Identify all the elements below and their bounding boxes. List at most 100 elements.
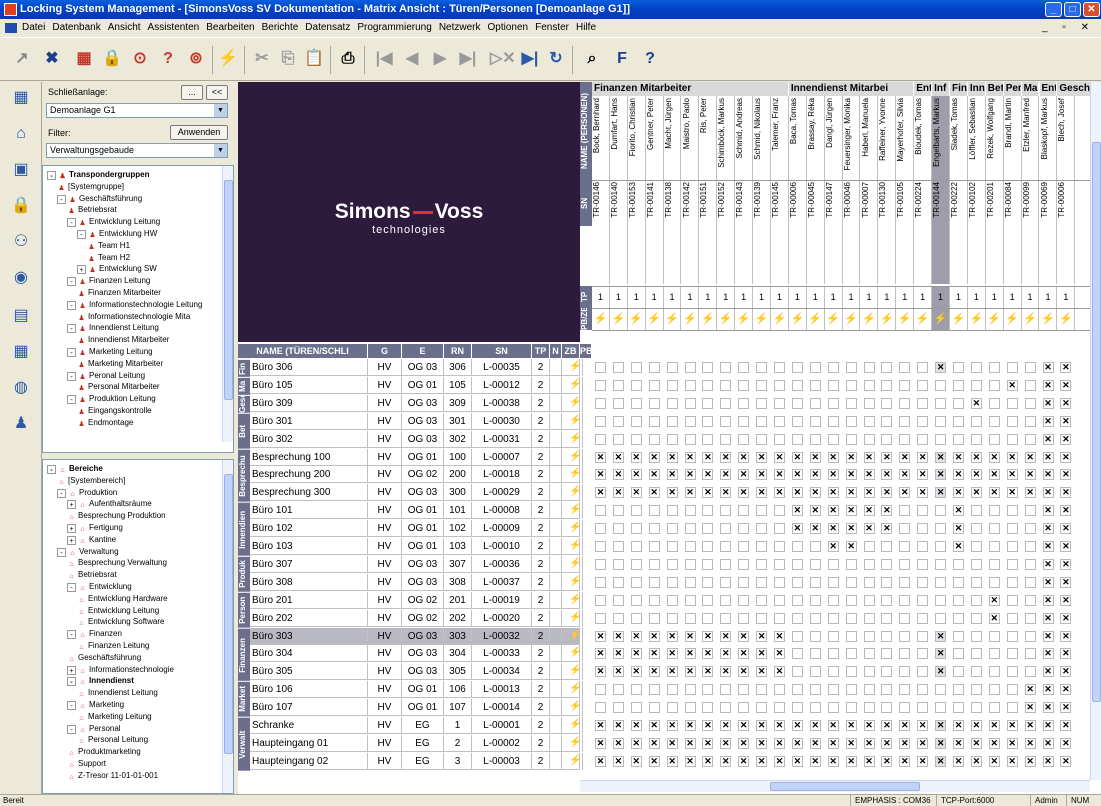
permission-checkbox[interactable] xyxy=(612,684,624,696)
permission-checkbox[interactable] xyxy=(1024,397,1036,409)
permission-checkbox[interactable] xyxy=(988,415,1000,427)
expander-icon[interactable]: - xyxy=(67,724,76,734)
permission-checkbox[interactable]: ✕ xyxy=(935,362,947,373)
permission-checkbox[interactable] xyxy=(595,702,606,714)
permission-checkbox[interactable]: ✕ xyxy=(630,487,642,499)
tree-node[interactable]: - ⌂ Produktion xyxy=(57,487,117,498)
tree-node[interactable]: ♟ Marketing Mitarbeiter xyxy=(77,358,163,369)
tree-node[interactable]: ♟ Team H1 xyxy=(87,240,130,251)
permission-checkbox[interactable]: ✕ xyxy=(881,469,893,481)
permission-checkbox[interactable] xyxy=(720,362,732,373)
person-column-header[interactable]: Blaskopf, Markus xyxy=(1040,96,1058,180)
permission-checkbox[interactable] xyxy=(702,576,714,588)
permission-checkbox[interactable] xyxy=(809,612,821,624)
permission-checkbox[interactable] xyxy=(809,433,821,445)
permission-checkbox[interactable] xyxy=(935,379,947,391)
permission-checkbox[interactable]: ✕ xyxy=(1060,702,1072,714)
permission-checkbox[interactable] xyxy=(612,505,624,517)
permission-checkbox[interactable]: ✕ xyxy=(612,451,624,463)
permission-checkbox[interactable]: ✕ xyxy=(1024,469,1036,481)
permission-checkbox[interactable] xyxy=(917,594,929,606)
permission-checkbox[interactable] xyxy=(827,433,839,445)
tree-node[interactable]: - ⌂ Entwicklung xyxy=(67,581,132,592)
tree-node[interactable]: ⌂ Produktmarketing xyxy=(67,746,140,757)
permission-checkbox[interactable]: ✕ xyxy=(648,487,660,499)
permission-checkbox[interactable] xyxy=(720,523,732,535)
expander-icon[interactable]: + xyxy=(67,500,76,510)
permission-checkbox[interactable]: ✕ xyxy=(899,720,911,731)
permission-checkbox[interactable] xyxy=(917,702,929,714)
permission-checkbox[interactable]: ✕ xyxy=(1060,594,1072,606)
permission-checkbox[interactable]: ✕ xyxy=(595,720,606,731)
permission-checkbox[interactable] xyxy=(774,415,785,427)
permission-checkbox[interactable] xyxy=(953,630,964,642)
permission-checkbox[interactable] xyxy=(988,541,1000,552)
permission-checkbox[interactable] xyxy=(720,433,732,445)
permission-checkbox[interactable] xyxy=(863,666,875,678)
permission-checkbox[interactable] xyxy=(809,397,821,409)
expander-icon[interactable]: - xyxy=(57,547,66,557)
filter-select[interactable]: Verwaltungsgebaude ▼ xyxy=(46,143,228,158)
permission-checkbox[interactable] xyxy=(738,558,750,570)
permission-checkbox[interactable] xyxy=(845,558,857,570)
permission-checkbox[interactable] xyxy=(684,505,696,517)
permission-checkbox[interactable] xyxy=(863,702,875,714)
permission-checkbox[interactable] xyxy=(935,558,947,570)
permission-checkbox[interactable] xyxy=(935,523,947,535)
permission-checkbox[interactable]: ✕ xyxy=(595,487,606,499)
permission-checkbox[interactable] xyxy=(863,648,875,660)
permission-checkbox[interactable]: ✕ xyxy=(612,648,624,660)
permission-checkbox[interactable] xyxy=(953,648,964,660)
permission-checkbox[interactable] xyxy=(1006,558,1018,570)
tree-scrollbar[interactable] xyxy=(222,166,233,442)
permission-checkbox[interactable] xyxy=(827,612,839,624)
tree-node[interactable]: - ♟ Marketing Leitung xyxy=(67,346,153,357)
permission-checkbox[interactable] xyxy=(845,379,857,391)
permission-checkbox[interactable]: ✕ xyxy=(917,469,929,481)
permission-checkbox[interactable] xyxy=(899,702,911,714)
permission-checkbox[interactable]: ✕ xyxy=(917,487,929,499)
tree-node[interactable]: ⌂ Betriebsrat xyxy=(67,569,116,580)
person-column-header[interactable]: Dangl, Jürgen xyxy=(825,96,843,180)
door-row[interactable]: Besprechung 100 HV OG 01 100 L-00007 2 xyxy=(238,448,583,466)
permission-checkbox[interactable]: ✕ xyxy=(1060,469,1072,481)
permission-checkbox[interactable] xyxy=(881,415,893,427)
door-column-header[interactable]: PB xyxy=(580,344,592,358)
person-column-header[interactable]: Haberl, Manuela xyxy=(861,96,879,180)
permission-checkbox[interactable]: ✕ xyxy=(1024,451,1036,463)
menu-item-datei[interactable]: Datei xyxy=(22,22,45,33)
permission-checkbox[interactable]: ✕ xyxy=(612,737,624,749)
permission-checkbox[interactable]: ✕ xyxy=(720,666,732,678)
permission-checkbox[interactable] xyxy=(738,523,750,535)
permission-checkbox[interactable] xyxy=(684,379,696,391)
permission-checkbox[interactable]: ✕ xyxy=(845,469,857,481)
permission-checkbox[interactable] xyxy=(756,541,768,552)
permission-checkbox[interactable] xyxy=(1024,505,1036,517)
permission-checkbox[interactable] xyxy=(917,433,929,445)
permission-checkbox[interactable]: ✕ xyxy=(738,630,750,642)
door-row[interactable]: Haupteingang 01 HV EG 2 L-00002 2 xyxy=(238,734,583,752)
permission-checkbox[interactable]: ✕ xyxy=(899,755,911,767)
permission-checkbox[interactable]: ✕ xyxy=(666,469,678,481)
permission-checkbox[interactable] xyxy=(935,576,947,588)
tree-node[interactable]: + ⌂ Informationstechnologie xyxy=(67,664,174,675)
tree-node[interactable]: + ⌂ Kantine xyxy=(67,534,116,545)
permission-checkbox[interactable]: ✕ xyxy=(684,487,696,499)
permission-checkbox[interactable] xyxy=(1006,648,1018,660)
permission-checkbox[interactable] xyxy=(881,702,893,714)
permission-checkbox[interactable] xyxy=(666,505,678,517)
permission-checkbox[interactable] xyxy=(612,576,624,588)
permission-checkbox[interactable] xyxy=(1024,541,1036,552)
permission-checkbox[interactable] xyxy=(845,684,857,696)
permission-checkbox[interactable]: ✕ xyxy=(648,648,660,660)
permission-checkbox[interactable] xyxy=(953,433,964,445)
tree-node[interactable]: - ♟ Produktion Leitung xyxy=(67,393,156,405)
door-row[interactable]: Schranke HV EG 1 L-00001 2 xyxy=(238,717,583,734)
permission-checkbox[interactable]: ✕ xyxy=(809,755,821,767)
permission-checkbox[interactable]: ✕ xyxy=(1042,558,1054,570)
permission-checkbox[interactable] xyxy=(702,541,714,552)
permission-checkbox[interactable] xyxy=(809,558,821,570)
permission-checkbox[interactable] xyxy=(756,684,768,696)
permission-checkbox[interactable] xyxy=(881,684,893,696)
permission-checkbox[interactable]: ✕ xyxy=(684,648,696,660)
